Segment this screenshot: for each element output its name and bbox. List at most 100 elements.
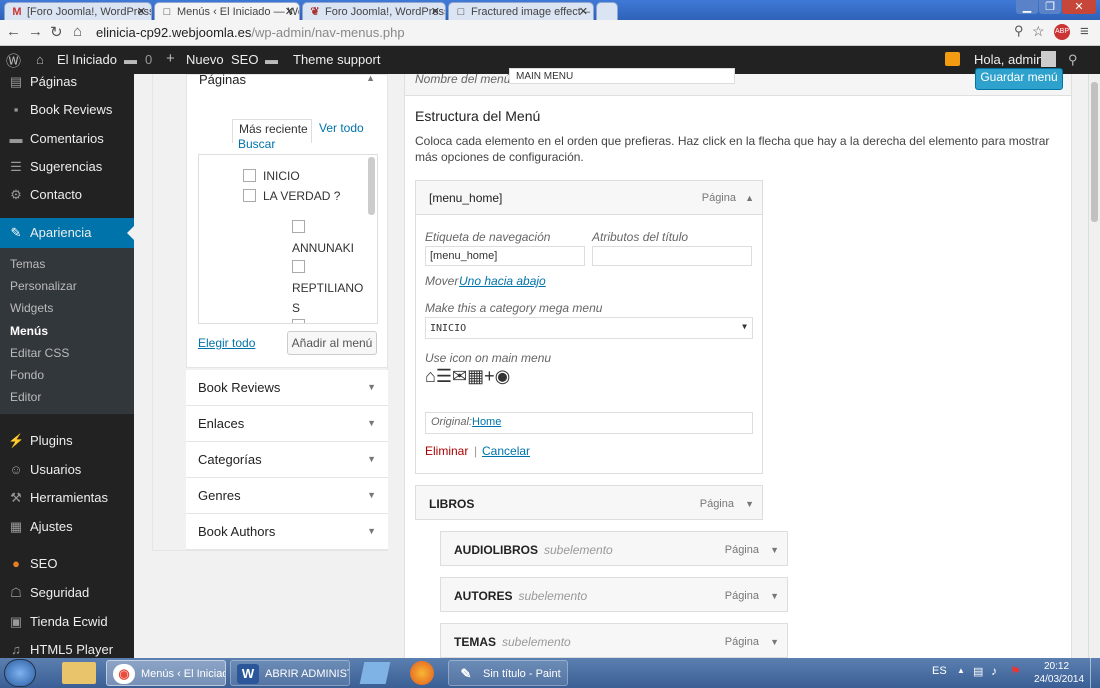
- chevron-down-icon[interactable]: ▼: [770, 637, 779, 647]
- theme-support-link[interactable]: Theme support: [293, 52, 380, 67]
- scrollbar[interactable]: [368, 157, 375, 215]
- maximize-icon[interactable]: ❐: [1039, 0, 1061, 14]
- close-icon[interactable]: ✕: [579, 5, 588, 18]
- accordion-categorias[interactable]: Categorías ▼: [186, 442, 388, 478]
- clock-date[interactable]: 24/03/2014: [1034, 674, 1084, 685]
- play-circle-icon[interactable]: ◉: [495, 366, 511, 386]
- wordpress-logo-icon[interactable]: Ⓦ: [6, 50, 21, 71]
- menu-item-temas[interactable]: TEMAS subelemento Página ▼: [440, 623, 788, 658]
- cancel-link[interactable]: Cancelar: [482, 444, 530, 458]
- select-all-link[interactable]: Elegir todo: [198, 336, 255, 350]
- tab-view-all[interactable]: Ver todo: [319, 121, 364, 135]
- submenu-editar-css[interactable]: Editar CSS: [10, 346, 69, 360]
- close-icon[interactable]: ✕: [431, 5, 440, 18]
- back-icon[interactable]: ←: [6, 23, 21, 40]
- checkbox-reptilianos[interactable]: [292, 260, 305, 273]
- firefox-icon[interactable]: [410, 661, 434, 685]
- adblock-icon[interactable]: ABP: [1054, 24, 1070, 40]
- accordion-enlaces[interactable]: Enlaces ▼: [186, 406, 388, 442]
- tab-foro-joomla[interactable]: M [Foro Joomla!, WordPress ✕: [4, 2, 152, 20]
- home-icon[interactable]: ⌂: [425, 366, 436, 386]
- original-link[interactable]: Home: [472, 416, 501, 428]
- notification-icon[interactable]: [945, 52, 960, 66]
- start-button[interactable]: [4, 659, 36, 687]
- close-icon[interactable]: ✕: [137, 5, 146, 18]
- hamburger-icon[interactable]: ☰: [436, 366, 452, 386]
- menu-item-handle[interactable]: [menu_home] Página ▲: [416, 181, 762, 215]
- tab-fractured-image[interactable]: □ Fractured image effect – F ✕: [448, 2, 594, 20]
- menu-item-autores[interactable]: AUTORES subelemento Página ▼: [440, 577, 788, 612]
- tab-foro-joomla-2[interactable]: ❦ Foro Joomla!, WordPress y ✕: [302, 2, 446, 20]
- bookmark-star-icon[interactable]: ☆: [1032, 23, 1045, 40]
- delete-link[interactable]: Eliminar: [425, 444, 468, 458]
- taskbar-item-paint[interactable]: ✎ Sin título - Paint: [448, 660, 568, 686]
- menu-item-audiolibros[interactable]: AUDIOLIBROS subelemento Página ▼: [440, 531, 788, 566]
- app-icon[interactable]: [359, 662, 391, 684]
- forward-icon[interactable]: →: [28, 23, 43, 40]
- checkbox-inicio[interactable]: [243, 169, 256, 182]
- clock-time[interactable]: 20:12: [1044, 661, 1069, 672]
- accordion-genres[interactable]: Genres ▼: [186, 478, 388, 514]
- collapse-arrow-icon[interactable]: ▲: [366, 73, 375, 83]
- checkbox-next[interactable]: [292, 319, 305, 323]
- comment-icon[interactable]: ▬: [124, 52, 137, 67]
- submenu-editor[interactable]: Editor: [10, 390, 41, 404]
- network-icon[interactable]: ▤: [973, 665, 983, 678]
- submenu-widgets[interactable]: Widgets: [10, 301, 53, 315]
- search-icon[interactable]: ⚲: [1068, 52, 1078, 68]
- tab-menus[interactable]: □ Menús ‹ El Iniciado — Wo ✕: [154, 2, 300, 20]
- url-field[interactable]: elinicia-cp92.webjoomla.es/wp-admin/nav-…: [96, 23, 1096, 43]
- chrome-icon: ◉: [113, 664, 135, 684]
- title-attr-input[interactable]: [592, 246, 752, 266]
- taskbar-item-word[interactable]: W ABRIR ADMINIST...: [230, 660, 350, 686]
- reload-icon[interactable]: ↻: [50, 23, 63, 41]
- alert-icon[interactable]: ⚑: [1010, 664, 1021, 678]
- chevron-up-icon[interactable]: ▲: [745, 193, 754, 203]
- home-icon[interactable]: ⌂: [73, 23, 82, 40]
- tray-expand-icon[interactable]: ▲: [957, 666, 965, 675]
- chevron-down-icon[interactable]: ▼: [770, 591, 779, 601]
- new-tab-button[interactable]: [596, 2, 618, 20]
- menu-name-input[interactable]: MAIN MENU: [509, 68, 735, 84]
- grid-icon[interactable]: ▦: [467, 366, 484, 386]
- explorer-icon[interactable]: [62, 662, 96, 684]
- taskbar-item-chrome[interactable]: ◉ Menús ‹ El Iniciad...: [106, 660, 226, 686]
- new-content-link[interactable]: Nuevo: [186, 52, 224, 67]
- accordion-book-authors[interactable]: Book Authors ▼: [186, 514, 388, 550]
- add-to-menu-button[interactable]: Añadir al menú: [287, 331, 377, 355]
- checkbox-la-verdad[interactable]: [243, 189, 256, 202]
- minimize-icon[interactable]: ▁: [1016, 0, 1038, 14]
- chevron-down-icon[interactable]: ▼: [770, 545, 779, 555]
- save-menu-button[interactable]: Guardar menú: [975, 68, 1063, 90]
- mail-icon[interactable]: ✉: [452, 366, 467, 386]
- page-scrollbar[interactable]: [1088, 74, 1100, 658]
- mega-menu-select[interactable]: INICIO ▼: [425, 317, 753, 339]
- submenu-fondo[interactable]: Fondo: [10, 368, 44, 382]
- site-name-link[interactable]: El Iniciado: [57, 52, 117, 67]
- sidebar-item-apariencia[interactable]: ✎ Apariencia: [0, 218, 134, 248]
- accordion-book-reviews[interactable]: Book Reviews ▼: [186, 370, 388, 406]
- pages-accordion-title[interactable]: Páginas: [199, 72, 246, 87]
- nav-label-input[interactable]: [menu_home]: [425, 246, 585, 266]
- checkbox-annunaki[interactable]: [292, 220, 305, 233]
- avatar[interactable]: [1041, 51, 1056, 67]
- volume-icon[interactable]: ♪: [991, 664, 997, 678]
- move-down-link[interactable]: Uno hacia abajo: [459, 274, 546, 288]
- browser-menu-icon[interactable]: ≡: [1080, 23, 1089, 40]
- comments-count[interactable]: 0: [145, 52, 152, 67]
- show-desktop-button[interactable]: [1090, 658, 1100, 688]
- chevron-down-icon[interactable]: ▼: [745, 499, 754, 509]
- menu-item-libros[interactable]: LIBROS Página ▼: [415, 485, 763, 520]
- language-indicator[interactable]: ES: [932, 665, 947, 677]
- plus-icon[interactable]: +: [484, 366, 495, 386]
- submenu-temas[interactable]: Temas: [10, 257, 45, 271]
- close-window-icon[interactable]: ✕: [1062, 0, 1096, 14]
- submenu-personalizar[interactable]: Personalizar: [10, 279, 77, 293]
- zoom-icon[interactable]: ⚲: [1014, 23, 1024, 39]
- scrollbar-thumb[interactable]: [1091, 82, 1098, 222]
- tab-search[interactable]: Buscar: [238, 137, 275, 151]
- account-greeting[interactable]: Hola, admin: [974, 52, 1043, 67]
- submenu-menus[interactable]: Menús: [10, 324, 48, 338]
- seo-link[interactable]: SEO: [231, 52, 258, 67]
- close-icon[interactable]: ✕: [285, 5, 294, 18]
